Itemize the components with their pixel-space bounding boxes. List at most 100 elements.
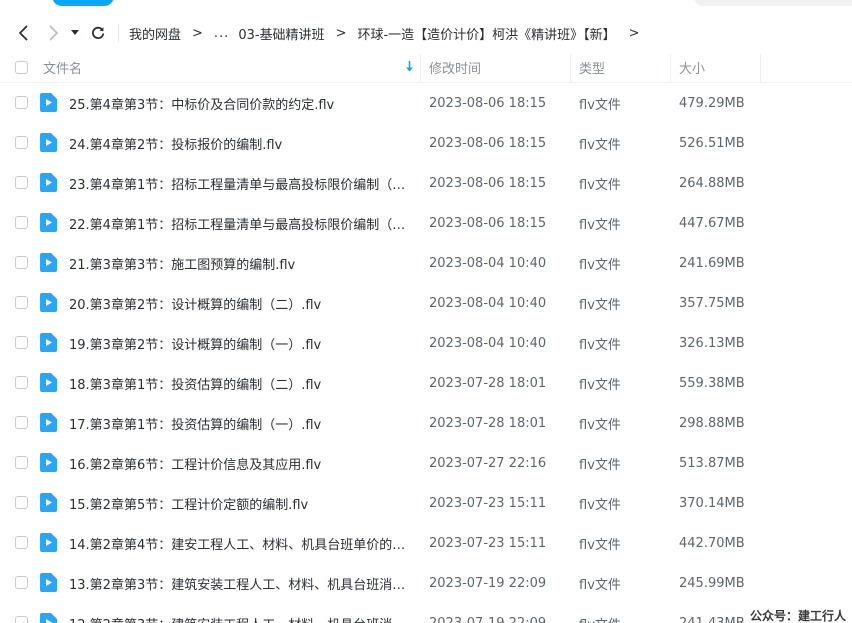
chevron-right-icon bbox=[49, 25, 58, 41]
file-name-cell[interactable]: 14.第2章第4节：建安工程人工、材料、机具台班单价的确定.flv bbox=[69, 523, 414, 563]
file-name-cell[interactable]: 18.第3章第1节：投资估算的编制（二）.flv bbox=[69, 363, 414, 403]
file-size: 326.13MB bbox=[679, 335, 745, 351]
file-modified: 2023-07-19 22:09 bbox=[429, 575, 547, 591]
search-box[interactable] bbox=[694, 0, 852, 6]
row-checkbox[interactable] bbox=[15, 136, 28, 149]
file-name-cell[interactable]: 15.第2章第5节：工程计价定额的编制.flv bbox=[69, 483, 414, 523]
forward-button[interactable] bbox=[45, 23, 63, 43]
file-name-cell[interactable]: 23.第4章第1节：招标工程量清单与最高投标限价编制（二）.flv bbox=[69, 163, 414, 203]
select-all-checkbox[interactable] bbox=[15, 61, 28, 74]
refresh-icon bbox=[92, 26, 105, 39]
column-header-name[interactable]: 文件名 bbox=[43, 52, 82, 83]
column-header-size[interactable]: 大小 bbox=[679, 52, 705, 83]
row-checkbox[interactable] bbox=[15, 256, 28, 269]
file-name[interactable]: 13.第2章第3节：建筑安装工程人工、材料、机具台班消耗量的... bbox=[69, 574, 414, 593]
file-type: flv文件 bbox=[579, 177, 621, 193]
file-name-cell[interactable]: 20.第3章第2节：设计概算的编制（二）.flv bbox=[69, 283, 414, 323]
file-row[interactable]: 13.第2章第3节：建筑安装工程人工、材料、机具台班消耗量的... 2023-07… bbox=[0, 563, 852, 603]
file-type: flv文件 bbox=[579, 297, 621, 313]
column-divider[interactable] bbox=[760, 54, 761, 82]
breadcrumb-root[interactable]: 我的网盘 bbox=[129, 24, 181, 43]
row-checkbox[interactable] bbox=[15, 376, 28, 389]
caret-down-icon bbox=[71, 30, 79, 35]
file-modified: 2023-08-06 18:15 bbox=[429, 215, 547, 231]
column-divider[interactable] bbox=[420, 54, 421, 82]
file-name-cell[interactable]: 17.第3章第1节：投资估算的编制（一）.flv bbox=[69, 403, 414, 443]
sort-descending-icon[interactable] bbox=[405, 61, 414, 73]
file-name-cell[interactable]: 22.第4章第1节：招标工程量清单与最高投标限价编制（一）.flv bbox=[69, 203, 414, 243]
history-dropdown-button[interactable] bbox=[68, 23, 82, 43]
column-header-type[interactable]: 类型 bbox=[579, 52, 605, 83]
column-header-modified[interactable]: 修改时间 bbox=[429, 52, 481, 83]
row-checkbox[interactable] bbox=[15, 616, 28, 623]
file-type: flv文件 bbox=[579, 137, 621, 153]
breadcrumb-current[interactable]: 环球-一造【造价计价】柯洪《精讲班》【新】 bbox=[357, 24, 615, 43]
video-file-icon bbox=[40, 613, 57, 623]
row-checkbox[interactable] bbox=[15, 296, 28, 309]
file-row[interactable]: 24.第4章第2节：投标报价的编制.flv 2023-08-06 18:15 flv… bbox=[0, 123, 852, 163]
file-size: 442.70MB bbox=[679, 535, 745, 551]
file-name[interactable]: 21.第3章第3节：施工图预算的编制.flv bbox=[69, 254, 295, 273]
row-checkbox[interactable] bbox=[15, 576, 28, 589]
file-row[interactable]: 21.第3章第3节：施工图预算的编制.flv 2023-08-04 10:40 fl… bbox=[0, 243, 852, 283]
file-name-cell[interactable]: 24.第4章第2节：投标报价的编制.flv bbox=[69, 123, 414, 163]
file-row[interactable]: 18.第3章第1节：投资估算的编制（二）.flv 2023-07-28 18:01… bbox=[0, 363, 852, 403]
file-name[interactable]: 14.第2章第4节：建安工程人工、材料、机具台班单价的确定.flv bbox=[69, 534, 414, 553]
file-name[interactable]: 19.第3章第2节：设计概算的编制（一）.flv bbox=[69, 334, 321, 353]
file-name[interactable]: 20.第3章第2节：设计概算的编制（二）.flv bbox=[69, 294, 321, 313]
file-size: 513.87MB bbox=[679, 455, 745, 471]
video-file-icon bbox=[40, 493, 57, 512]
column-divider[interactable] bbox=[570, 54, 571, 82]
file-name-cell[interactable]: 16.第2章第6节：工程计价信息及其应用.flv bbox=[69, 443, 414, 483]
video-file-icon bbox=[40, 133, 57, 152]
file-name[interactable]: 25.第4章第3节：中标价及合同价款的约定.flv bbox=[69, 94, 334, 113]
file-name[interactable]: 23.第4章第1节：招标工程量清单与最高投标限价编制（二）.flv bbox=[69, 174, 414, 193]
file-name[interactable]: 24.第4章第2节：投标报价的编制.flv bbox=[69, 134, 282, 153]
row-checkbox[interactable] bbox=[15, 176, 28, 189]
file-name-cell[interactable]: 21.第3章第3节：施工图预算的编制.flv bbox=[69, 243, 414, 283]
row-checkbox[interactable] bbox=[15, 216, 28, 229]
file-row[interactable]: 16.第2章第6节：工程计价信息及其应用.flv 2023-07-27 22:16… bbox=[0, 443, 852, 483]
refresh-button[interactable] bbox=[89, 23, 107, 43]
row-checkbox[interactable] bbox=[15, 336, 28, 349]
row-checkbox[interactable] bbox=[15, 536, 28, 549]
file-name[interactable]: 12.第2章第3节：建筑安装工程人工、材料、机具台班消耗量的... bbox=[69, 614, 414, 623]
video-file-icon bbox=[40, 373, 57, 392]
file-size: 479.29MB bbox=[679, 95, 745, 111]
column-divider[interactable] bbox=[670, 54, 671, 82]
file-row[interactable]: 23.第4章第1节：招标工程量清单与最高投标限价编制（二）.flv 2023-08… bbox=[0, 163, 852, 203]
breadcrumb-ellipsis[interactable]: ... bbox=[214, 26, 229, 41]
file-row[interactable]: 17.第3章第1节：投资估算的编制（一）.flv 2023-07-28 18:01… bbox=[0, 403, 852, 443]
file-name[interactable]: 15.第2章第5节：工程计价定额的编制.flv bbox=[69, 494, 308, 513]
file-modified: 2023-07-23 15:11 bbox=[429, 535, 547, 551]
row-checkbox[interactable] bbox=[15, 496, 28, 509]
file-row[interactable]: 25.第4章第3节：中标价及合同价款的约定.flv 2023-08-06 18:1… bbox=[0, 83, 852, 123]
video-file-icon bbox=[40, 253, 57, 272]
file-type: flv文件 bbox=[579, 217, 621, 233]
breadcrumb-parent[interactable]: 03-基础精讲班 bbox=[238, 24, 324, 43]
file-name-cell[interactable]: 25.第4章第3节：中标价及合同价款的约定.flv bbox=[69, 83, 414, 123]
row-checkbox[interactable] bbox=[15, 96, 28, 109]
video-file-icon bbox=[40, 333, 57, 352]
file-name[interactable]: 22.第4章第1节：招标工程量清单与最高投标限价编制（一）.flv bbox=[69, 214, 414, 233]
file-size: 245.99MB bbox=[679, 575, 745, 591]
file-row[interactable]: 14.第2章第4节：建安工程人工、材料、机具台班单价的确定.flv 2023-07… bbox=[0, 523, 852, 563]
row-checkbox[interactable] bbox=[15, 416, 28, 429]
upload-button[interactable] bbox=[52, 0, 114, 6]
file-size: 559.38MB bbox=[679, 375, 745, 391]
row-checkbox[interactable] bbox=[15, 456, 28, 469]
file-name[interactable]: 18.第3章第1节：投资估算的编制（二）.flv bbox=[69, 374, 321, 393]
file-row[interactable]: 22.第4章第1节：招标工程量清单与最高投标限价编制（一）.flv 2023-08… bbox=[0, 203, 852, 243]
file-name[interactable]: 17.第3章第1节：投资估算的编制（一）.flv bbox=[69, 414, 321, 433]
file-row[interactable]: 19.第3章第2节：设计概算的编制（一）.flv 2023-08-04 10:40… bbox=[0, 323, 852, 363]
file-type: flv文件 bbox=[579, 603, 621, 623]
file-row[interactable]: 12.第2章第3节：建筑安装工程人工、材料、机具台班消耗量的... 2023-07… bbox=[0, 603, 852, 623]
back-button[interactable] bbox=[14, 23, 32, 43]
file-row[interactable]: 20.第3章第2节：设计概算的编制（二）.flv 2023-08-04 10:40… bbox=[0, 283, 852, 323]
file-row[interactable]: 15.第2章第5节：工程计价定额的编制.flv 2023-07-23 15:11 f… bbox=[0, 483, 852, 523]
file-name-cell[interactable]: 12.第2章第3节：建筑安装工程人工、材料、机具台班消耗量的... bbox=[69, 603, 414, 623]
file-name[interactable]: 16.第2章第6节：工程计价信息及其应用.flv bbox=[69, 454, 321, 473]
file-name-cell[interactable]: 19.第3章第2节：设计概算的编制（一）.flv bbox=[69, 323, 414, 363]
video-file-icon bbox=[40, 533, 57, 552]
file-name-cell[interactable]: 13.第2章第3节：建筑安装工程人工、材料、机具台班消耗量的... bbox=[69, 563, 414, 603]
